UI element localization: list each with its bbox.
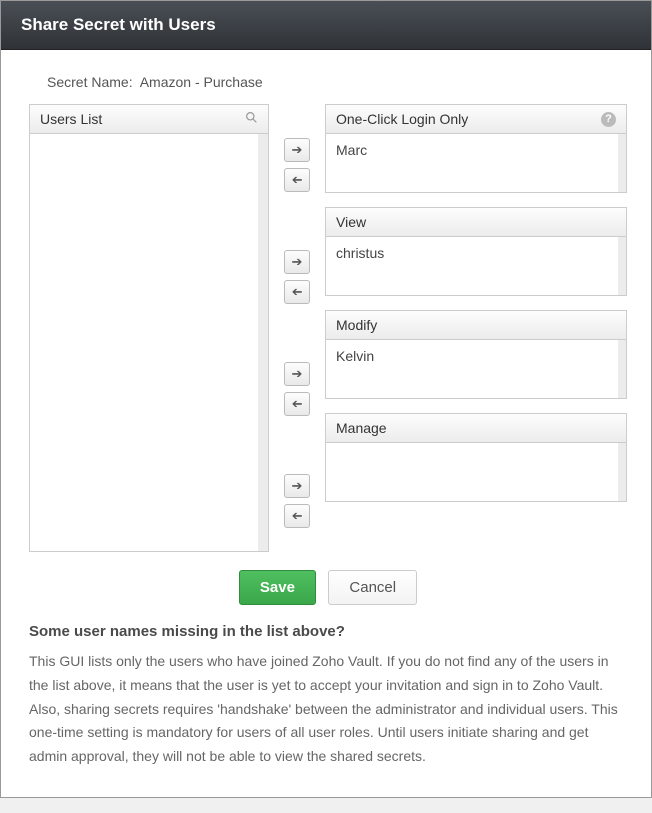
permission-title-oneclick: One-Click Login Only xyxy=(336,111,468,127)
info-heading: Some user names missing in the list abov… xyxy=(29,623,627,640)
permission-header-oneclick: One-Click Login Only? xyxy=(326,105,626,134)
help-icon[interactable]: ? xyxy=(601,112,616,127)
search-icon[interactable] xyxy=(245,111,258,127)
permission-body-manage[interactable] xyxy=(326,443,626,501)
permission-groups-column: One-Click Login Only? Marc View christus Mod… xyxy=(325,104,627,552)
permission-title-manage: Manage xyxy=(336,420,387,436)
dialog-body: Secret Name: Amazon - Purchase Users Lis… xyxy=(1,50,651,797)
permission-header-manage: Manage xyxy=(326,414,626,443)
move-right-button-modify[interactable]: ➔ xyxy=(284,362,310,386)
info-section: Some user names missing in the list abov… xyxy=(29,605,627,777)
permission-header-view: View xyxy=(326,208,626,237)
permission-panel-view: View christus xyxy=(325,207,627,296)
users-list-title: Users List xyxy=(40,111,102,127)
move-left-button-modify[interactable]: ➔ xyxy=(284,392,310,416)
list-item[interactable]: christus xyxy=(336,245,608,261)
dialog-actions: Save Cancel xyxy=(29,570,627,605)
permission-panel-oneclick: One-Click Login Only? Marc xyxy=(325,104,627,193)
permission-header-modify: Modify xyxy=(326,311,626,340)
move-right-button-oneclick[interactable]: ➔ xyxy=(284,138,310,162)
users-list-panel: Users List xyxy=(29,104,269,552)
secret-name-value: Amazon - Purchase xyxy=(140,74,263,90)
move-left-button-manage[interactable]: ➔ xyxy=(284,504,310,528)
share-secret-dialog: Share Secret with Users Secret Name: Ama… xyxy=(0,0,652,798)
save-button[interactable]: Save xyxy=(239,570,316,605)
list-item[interactable]: Kelvin xyxy=(336,348,608,364)
list-item[interactable]: Marc xyxy=(336,142,608,158)
move-right-button-manage[interactable]: ➔ xyxy=(284,474,310,498)
move-left-button-oneclick[interactable]: ➔ xyxy=(284,168,310,192)
permission-title-modify: Modify xyxy=(336,317,377,333)
permission-body-oneclick[interactable]: Marc xyxy=(326,134,626,192)
dialog-title: Share Secret with Users xyxy=(1,1,651,50)
permission-body-modify[interactable]: Kelvin xyxy=(326,340,626,398)
cancel-button[interactable]: Cancel xyxy=(328,570,417,605)
share-layout: Users List ➔ ➔ ➔ ➔ ➔ ➔ ➔ ➔ xyxy=(29,104,627,552)
move-left-button-view[interactable]: ➔ xyxy=(284,280,310,304)
permission-panel-manage: Manage xyxy=(325,413,627,502)
users-list-body[interactable] xyxy=(30,134,268,551)
permission-title-view: View xyxy=(336,214,366,230)
permission-body-view[interactable]: christus xyxy=(326,237,626,295)
arrow-column: ➔ ➔ ➔ ➔ ➔ ➔ ➔ ➔ xyxy=(279,104,315,552)
secret-name-label: Secret Name: xyxy=(47,74,133,90)
permission-panel-modify: Modify Kelvin xyxy=(325,310,627,399)
secret-name-row: Secret Name: Amazon - Purchase xyxy=(47,74,627,90)
users-list-header: Users List xyxy=(30,105,268,134)
move-right-button-view[interactable]: ➔ xyxy=(284,250,310,274)
info-body: This GUI lists only the users who have j… xyxy=(29,650,627,769)
users-list-column: Users List xyxy=(29,104,269,552)
